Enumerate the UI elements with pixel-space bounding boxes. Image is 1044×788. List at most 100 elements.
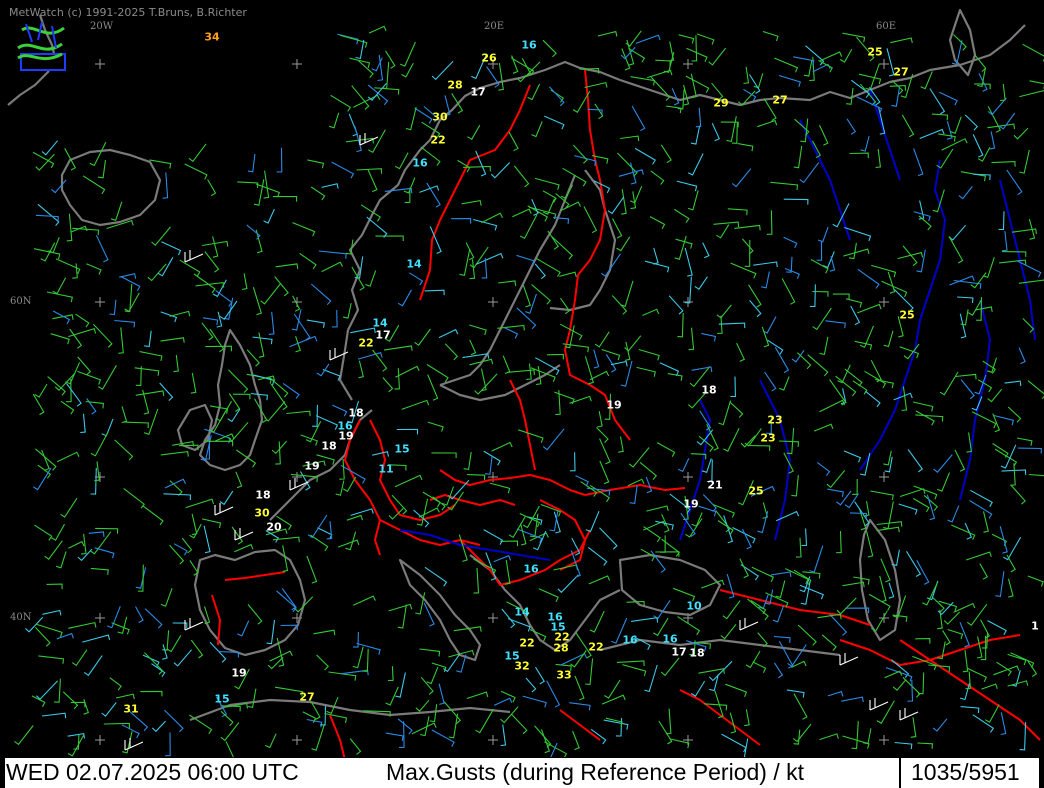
wind-barb xyxy=(98,159,107,179)
gust-value: 18 xyxy=(321,439,337,453)
wind-barb xyxy=(893,392,913,401)
wind-barb xyxy=(500,706,519,724)
wind-barb-strong xyxy=(869,698,889,711)
border-poland-east xyxy=(509,379,536,471)
wind-barb xyxy=(395,672,406,698)
wind-barb xyxy=(607,196,625,215)
border-africa-2 xyxy=(559,709,601,741)
wind-barb xyxy=(889,85,907,91)
wind-barb xyxy=(622,664,647,677)
wind-barb xyxy=(546,680,561,708)
wind-barb xyxy=(189,714,213,735)
wind-barb xyxy=(716,224,730,239)
wind-barb xyxy=(518,429,544,443)
wind-barb xyxy=(246,224,261,240)
wind-barb xyxy=(638,348,660,361)
frame-counter-box[interactable]: 1035/5951 xyxy=(899,758,1041,788)
gust-value: 22 xyxy=(430,133,446,147)
grid-cross xyxy=(683,472,693,482)
wind-barb xyxy=(1010,652,1035,668)
wind-barb xyxy=(385,732,404,741)
wind-barb xyxy=(791,475,799,497)
gust-value: 17 xyxy=(375,328,391,342)
wind-barb xyxy=(778,376,790,391)
wind-barb xyxy=(732,527,756,544)
wind-barb xyxy=(981,632,989,649)
wind-barb xyxy=(762,316,777,334)
wind-barb xyxy=(209,328,225,353)
wind-barb xyxy=(690,73,697,99)
grid-cross xyxy=(95,613,105,623)
wind-barb xyxy=(431,452,457,458)
wind-barb xyxy=(599,527,618,550)
wind-barb xyxy=(1006,169,1023,196)
wind-barb xyxy=(330,94,352,112)
wind-barb xyxy=(966,432,973,453)
wind-barb xyxy=(584,81,608,89)
grid-cross xyxy=(879,735,889,745)
wind-barb xyxy=(272,536,300,543)
wind-barb xyxy=(701,332,717,342)
wind-barb xyxy=(351,85,370,110)
wind-barb xyxy=(142,505,164,526)
wind-barb xyxy=(976,636,983,659)
wind-barb xyxy=(1029,80,1044,89)
wind-barb xyxy=(770,181,799,191)
gust-value: 22 xyxy=(519,636,535,650)
wind-barb xyxy=(268,311,275,335)
wind-barb xyxy=(866,531,874,558)
wind-barb xyxy=(720,121,739,128)
gust-value: 19 xyxy=(338,429,354,443)
wind-barb xyxy=(329,112,340,129)
wind-barb xyxy=(553,564,579,571)
wind-barb xyxy=(775,510,800,522)
wind-barb xyxy=(69,328,83,349)
grid-cross xyxy=(879,613,889,623)
wind-barb xyxy=(781,278,796,305)
wind-barb xyxy=(404,187,411,203)
wind-barb xyxy=(799,162,820,184)
wind-barb xyxy=(159,382,174,402)
wind-barb xyxy=(795,537,802,558)
lon-label-60e: 60E xyxy=(876,21,897,32)
wind-barb xyxy=(185,498,215,509)
wind-barb xyxy=(493,554,512,563)
coastline-iceland xyxy=(60,148,162,227)
wind-barb xyxy=(677,312,684,338)
wind-barb xyxy=(92,323,113,348)
wind-barb xyxy=(160,588,173,607)
wind-barb xyxy=(85,400,105,409)
wind-barb xyxy=(190,639,204,659)
gust-value: 16 xyxy=(523,562,539,576)
grid-cross xyxy=(879,472,889,482)
wind-barb xyxy=(655,520,674,531)
weather-map[interactable]: MetWatch (c) 1991-2025 T.Bruns, B.Richte… xyxy=(0,0,1044,788)
wind-barb xyxy=(845,298,863,308)
wind-barb xyxy=(799,584,824,600)
wind-barb xyxy=(965,551,992,561)
wind-barb xyxy=(56,632,74,640)
wind-barb xyxy=(766,339,784,355)
wind-barb xyxy=(929,88,946,115)
wind-barb xyxy=(123,421,149,429)
gust-value: 19 xyxy=(606,398,622,412)
wind-barb xyxy=(1000,712,1007,736)
wind-barb xyxy=(959,622,970,648)
wind-barb xyxy=(851,721,859,750)
wind-barb xyxy=(542,428,565,451)
wind-barb xyxy=(718,322,746,329)
wind-barb xyxy=(526,363,532,381)
gust-value: 16 xyxy=(412,156,428,170)
border-baltics xyxy=(564,299,631,441)
wind-barb xyxy=(321,183,339,189)
wind-barb xyxy=(34,383,48,398)
wind-barb xyxy=(772,605,785,623)
grid-cross xyxy=(488,613,498,623)
coastline-north-africa xyxy=(189,698,511,722)
wind-barb xyxy=(358,360,364,379)
metwatch-logo-icon xyxy=(17,21,66,71)
wind-barb xyxy=(761,271,770,289)
wind-barb xyxy=(691,35,698,62)
wind-barb xyxy=(385,50,396,69)
wind-barb xyxy=(90,531,112,555)
